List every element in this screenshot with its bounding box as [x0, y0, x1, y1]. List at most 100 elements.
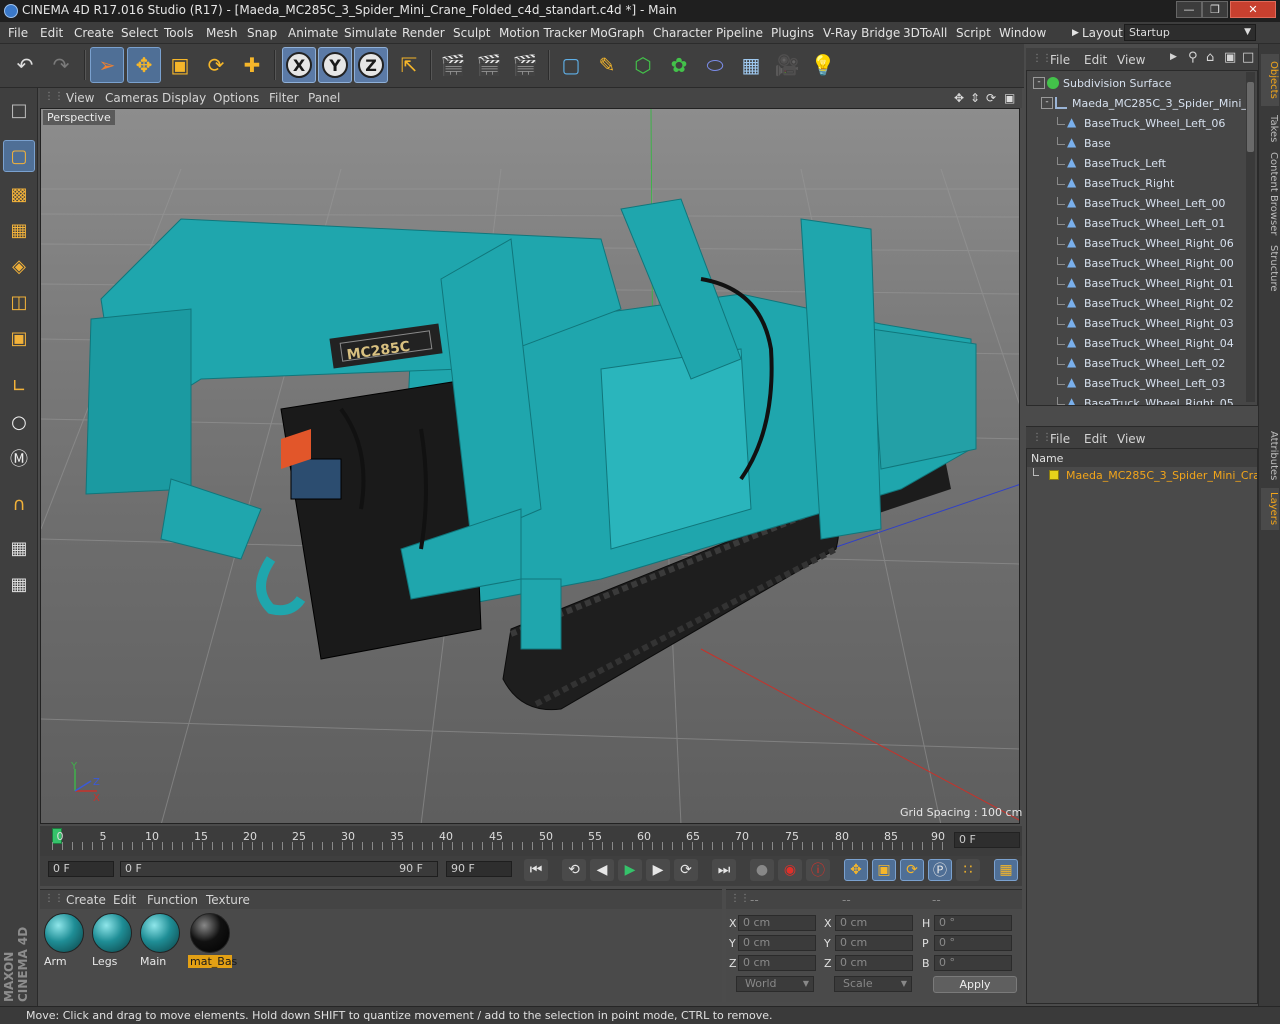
tab-objects[interactable]: Objects [1261, 54, 1279, 106]
object-menu-edit[interactable]: Edit [1084, 53, 1107, 67]
tree-row-object[interactable]: ▲ BaseTruck_Right [1027, 173, 1247, 193]
undo-icon[interactable]: ↶ [8, 47, 42, 83]
floor-icon[interactable]: ▦ [734, 47, 768, 83]
key-parameter-icon[interactable]: Ⓟ [928, 859, 952, 881]
material-menu-texture[interactable]: Texture [206, 893, 250, 907]
redo-icon[interactable]: ↷ [44, 47, 78, 83]
material-menu-function[interactable]: Function [147, 893, 198, 907]
maximize-button[interactable]: ❒ [1202, 1, 1228, 18]
layer-menu-edit[interactable]: Edit [1084, 432, 1107, 446]
menu-simulate[interactable]: Simulate [344, 26, 397, 40]
tree-row-object[interactable]: ▲ BaseTruck_Wheel_Right_01 [1027, 273, 1247, 293]
next-key-icon[interactable]: ⟳ [674, 859, 698, 881]
position-z-field[interactable]: 0 cm [738, 955, 816, 971]
layer-row[interactable]: Maeda_MC285C_3_Spider_Mini_Crane [1027, 467, 1257, 485]
last-tool-icon[interactable]: ✚ [235, 47, 269, 83]
camera-icon[interactable]: 🎥 [770, 47, 804, 83]
close-button[interactable]: ✕ [1230, 1, 1276, 18]
viewport-menu-view[interactable]: View [66, 91, 94, 105]
menu-pipeline[interactable]: Pipeline [716, 26, 763, 40]
scale-tool-icon[interactable]: ▣ [163, 47, 197, 83]
play-forward-icon[interactable]: ▶ [618, 859, 642, 881]
frame-range-slider[interactable]: 0 F 90 F [120, 861, 438, 877]
planar-workplane-icon[interactable]: ▦ [3, 568, 35, 600]
coordinate-system-icon[interactable]: ⇱ [392, 47, 426, 83]
tab-content-browser[interactable]: Content Browser [1261, 150, 1279, 238]
make-editable-icon[interactable]: □ [3, 94, 35, 126]
current-frame-field[interactable]: 0 F [954, 832, 1020, 848]
live-selection-icon[interactable]: ➢ [90, 47, 124, 83]
timeline-window-icon[interactable]: ▦ [994, 859, 1018, 881]
tree-row-object[interactable]: ▲ BaseTruck_Wheel_Right_05 [1027, 393, 1247, 405]
points-mode-icon[interactable]: ◈ [3, 250, 35, 282]
tree-row-object[interactable]: ▲ BaseTruck_Wheel_Right_00 [1027, 253, 1247, 273]
viewport-menu-cameras[interactable]: Cameras [105, 91, 158, 105]
material-swatch-mat-bas[interactable]: mat_Bas [188, 911, 237, 969]
solo-mode-icon[interactable]: Ⓜ [3, 442, 35, 474]
end-frame-field[interactable]: 90 F [446, 861, 512, 877]
material-swatch-main[interactable]: Main [138, 911, 182, 969]
tree-row-object[interactable]: ▲ BaseTruck_Wheel_Right_02 [1027, 293, 1247, 313]
tree-row-crane-group[interactable]: - Maeda_MC285C_3_Spider_Mini_C [1027, 93, 1247, 113]
tree-row-object[interactable]: ▲ BaseTruck_Wheel_Left_03 [1027, 373, 1247, 393]
menu-sculpt[interactable]: Sculpt [453, 26, 490, 40]
position-x-field[interactable]: 0 cm [738, 915, 816, 931]
render-view-icon[interactable]: 🎬 [436, 47, 470, 83]
tab-structure[interactable]: Structure [1261, 242, 1279, 294]
menu-mograph[interactable]: MoGraph [590, 26, 645, 40]
key-rotation-icon[interactable]: ⟳ [900, 859, 924, 881]
menu-motion-tracker[interactable]: Motion Tracker [499, 26, 587, 40]
go-to-start-icon[interactable]: ⏮ [524, 859, 548, 881]
size-y-field[interactable]: 0 cm [835, 935, 913, 951]
axis-mode-icon[interactable]: ∟ [3, 370, 35, 402]
workplane-mode-icon[interactable]: ▦ [3, 214, 35, 246]
z-axis-lock-button[interactable]: Z [354, 47, 388, 83]
tree-row-object[interactable]: ▲ BaseTruck_Wheel_Left_01 [1027, 213, 1247, 233]
tree-row-subdivision-surface[interactable]: - Subdivision Surface [1027, 73, 1247, 93]
edges-mode-icon[interactable]: ◫ [3, 286, 35, 318]
material-swatch-arm[interactable]: Arm [42, 911, 86, 969]
tree-row-object[interactable]: ▲ BaseTruck_Wheel_Right_04 [1027, 333, 1247, 353]
material-menu-edit[interactable]: Edit [113, 893, 136, 907]
rotation-h-field[interactable]: 0 ° [934, 915, 1012, 931]
viewport-menu-display[interactable]: Display [162, 91, 206, 105]
size-mode-dropdown[interactable]: Scale ▼ [834, 976, 912, 992]
cloner-icon[interactable]: ✿ [662, 47, 696, 83]
move-tool-icon[interactable]: ✥ [127, 47, 161, 83]
menu-create[interactable]: Create [74, 26, 114, 40]
size-x-field[interactable]: 0 cm [835, 915, 913, 931]
menu-plugins[interactable]: Plugins [771, 26, 814, 40]
menu-window[interactable]: Window [999, 26, 1046, 40]
material-menu-create[interactable]: Create [66, 893, 106, 907]
orbit-view-icon[interactable]: ⟳ [986, 91, 996, 105]
object-tree-scrollbar[interactable] [1246, 72, 1255, 402]
menu-file[interactable]: File [8, 26, 28, 40]
tab-takes[interactable]: Takes [1261, 110, 1279, 148]
layout-dropdown[interactable]: Startup ▼ [1124, 24, 1256, 41]
go-to-end-icon[interactable]: ⏭ [712, 859, 736, 881]
viewport-menu-panel[interactable]: Panel [308, 91, 340, 105]
home-icon[interactable]: ⌂ [1206, 50, 1214, 65]
render-picture-viewer-icon[interactable]: 🎬 [472, 47, 506, 83]
apply-button[interactable]: Apply [933, 976, 1017, 993]
previous-frame-icon[interactable]: ◀ [590, 859, 614, 881]
cube-icon[interactable]: ▢ [554, 47, 588, 83]
material-swatch-legs[interactable]: Legs [90, 911, 134, 969]
3d-viewport[interactable]: MC285C Y Z X [40, 108, 1020, 824]
object-menu-file[interactable]: File [1050, 53, 1070, 67]
y-axis-lock-button[interactable]: Y [318, 47, 352, 83]
viewport-menu-options[interactable]: Options [213, 91, 259, 105]
layer-menu-view[interactable]: View [1117, 432, 1145, 446]
light-icon[interactable]: 💡 [806, 47, 840, 83]
tree-row-object[interactable]: ▲ Base [1027, 133, 1247, 153]
start-frame-field[interactable]: 0 F [48, 861, 114, 877]
tree-row-object[interactable]: ▲ BaseTruck_Left [1027, 153, 1247, 173]
tree-row-object[interactable]: ▲ BaseTruck_Wheel_Right_03 [1027, 313, 1247, 333]
tree-row-object[interactable]: ▲ BaseTruck_Wheel_Right_06 [1027, 233, 1247, 253]
new-view-icon[interactable]: □ [1242, 50, 1254, 65]
workplane-lock-icon[interactable]: ▦ [3, 532, 35, 564]
search-icon[interactable]: ⚲ [1188, 50, 1198, 65]
menu-render[interactable]: Render [402, 26, 445, 40]
layer-menu-file[interactable]: File [1050, 432, 1070, 446]
menu-mesh[interactable]: Mesh [206, 26, 238, 40]
